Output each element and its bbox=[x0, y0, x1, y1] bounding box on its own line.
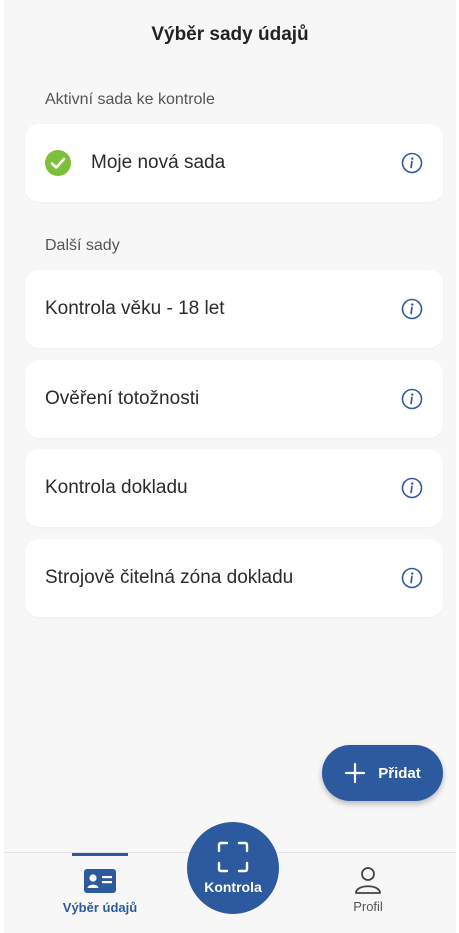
scan-icon bbox=[217, 841, 249, 873]
active-set-card[interactable]: Moje nová sada bbox=[25, 124, 443, 202]
set-card[interactable]: Kontrola dokladu bbox=[25, 449, 443, 527]
info-icon[interactable] bbox=[401, 477, 423, 499]
plus-icon bbox=[345, 762, 366, 784]
scan-label: Kontrola bbox=[204, 879, 262, 895]
nav-item-data-selection[interactable]: Výběr údajů bbox=[40, 853, 160, 933]
page-title: Výběr sady údajů bbox=[151, 24, 309, 45]
id-card-icon bbox=[84, 869, 116, 893]
add-set-label: Přidat bbox=[378, 764, 421, 782]
check-circle-icon bbox=[45, 150, 71, 176]
set-label: Strojově čitelná zóna dokladu bbox=[45, 567, 294, 588]
info-icon[interactable] bbox=[401, 388, 423, 410]
nav-label: Výběr údajů bbox=[62, 900, 138, 915]
active-section-label: Aktivní sada ke kontrole bbox=[45, 91, 215, 108]
add-set-button[interactable]: Přidat bbox=[322, 745, 443, 801]
active-set-label: Moje nová sada bbox=[91, 152, 226, 173]
person-icon bbox=[355, 867, 381, 894]
other-sets-label: Další sady bbox=[45, 237, 120, 254]
set-label: Kontrola věku - 18 let bbox=[45, 298, 225, 319]
set-label: Ověření totožnosti bbox=[45, 388, 200, 409]
set-card[interactable]: Kontrola věku - 18 let bbox=[25, 270, 443, 348]
info-icon[interactable] bbox=[401, 298, 423, 320]
scan-button[interactable]: Kontrola bbox=[187, 822, 279, 914]
nav-label: Profil bbox=[353, 899, 383, 914]
set-label: Kontrola dokladu bbox=[45, 477, 188, 498]
set-card[interactable]: Ověření totožnosti bbox=[25, 360, 443, 438]
nav-item-profile[interactable]: Profil bbox=[308, 853, 428, 933]
info-icon[interactable] bbox=[401, 152, 423, 174]
set-card[interactable]: Strojově čitelná zóna dokladu bbox=[25, 539, 443, 617]
info-icon[interactable] bbox=[401, 567, 423, 589]
screen: Výběr sady údajů Aktivní sada ke kontrol… bbox=[4, 0, 456, 933]
